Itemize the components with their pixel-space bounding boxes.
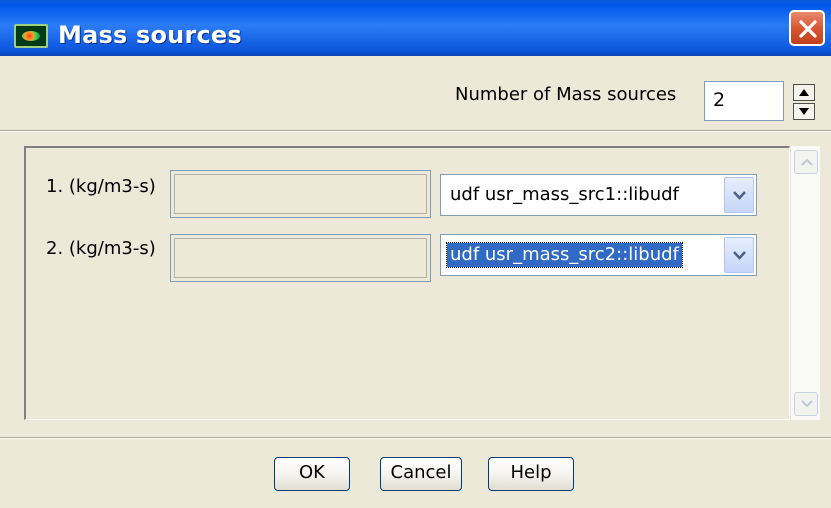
chevron-down-icon <box>733 251 746 260</box>
row-udf-select-value: udf usr_mass_src1::libudf <box>450 184 679 205</box>
chevron-up-icon <box>801 158 813 166</box>
row-udf-select-value: udf usr_mass_src2::libudf <box>446 242 683 268</box>
row-value-field[interactable] <box>170 170 431 218</box>
increment-button[interactable] <box>793 84 815 101</box>
ok-button[interactable]: OK <box>274 457 350 491</box>
title-bar: Mass sources <box>0 0 831 56</box>
arrow-up-icon <box>799 89 809 96</box>
row-udf-select[interactable]: udf usr_mass_src2::libudf <box>440 234 757 276</box>
arrow-down-icon <box>799 108 809 115</box>
number-of-sources-label: Number of Mass sources <box>455 84 677 105</box>
scroll-down-button[interactable] <box>794 392 818 416</box>
row-label: 1. (kg/m3-s) <box>46 176 156 197</box>
vertical-scrollbar[interactable] <box>790 146 820 420</box>
scroll-up-button[interactable] <box>794 150 818 174</box>
dropdown-button[interactable] <box>724 177 754 213</box>
cancel-button[interactable]: Cancel <box>380 457 462 491</box>
dropdown-button[interactable] <box>724 237 754 273</box>
chevron-down-icon <box>801 400 813 408</box>
row-value-field[interactable] <box>170 234 431 282</box>
chevron-down-icon <box>733 191 746 200</box>
row-label: 2. (kg/m3-s) <box>46 238 156 259</box>
row-udf-select[interactable]: udf usr_mass_src1::libudf <box>440 174 757 216</box>
separator-top <box>0 130 831 132</box>
window-title: Mass sources <box>58 21 242 49</box>
close-button[interactable] <box>789 10 825 46</box>
app-icon <box>14 24 48 48</box>
help-button[interactable]: Help <box>488 457 574 491</box>
close-icon <box>799 20 817 38</box>
number-of-sources-input[interactable]: 2 <box>704 81 784 121</box>
separator-bottom <box>0 437 831 439</box>
decrement-button[interactable] <box>793 103 815 120</box>
